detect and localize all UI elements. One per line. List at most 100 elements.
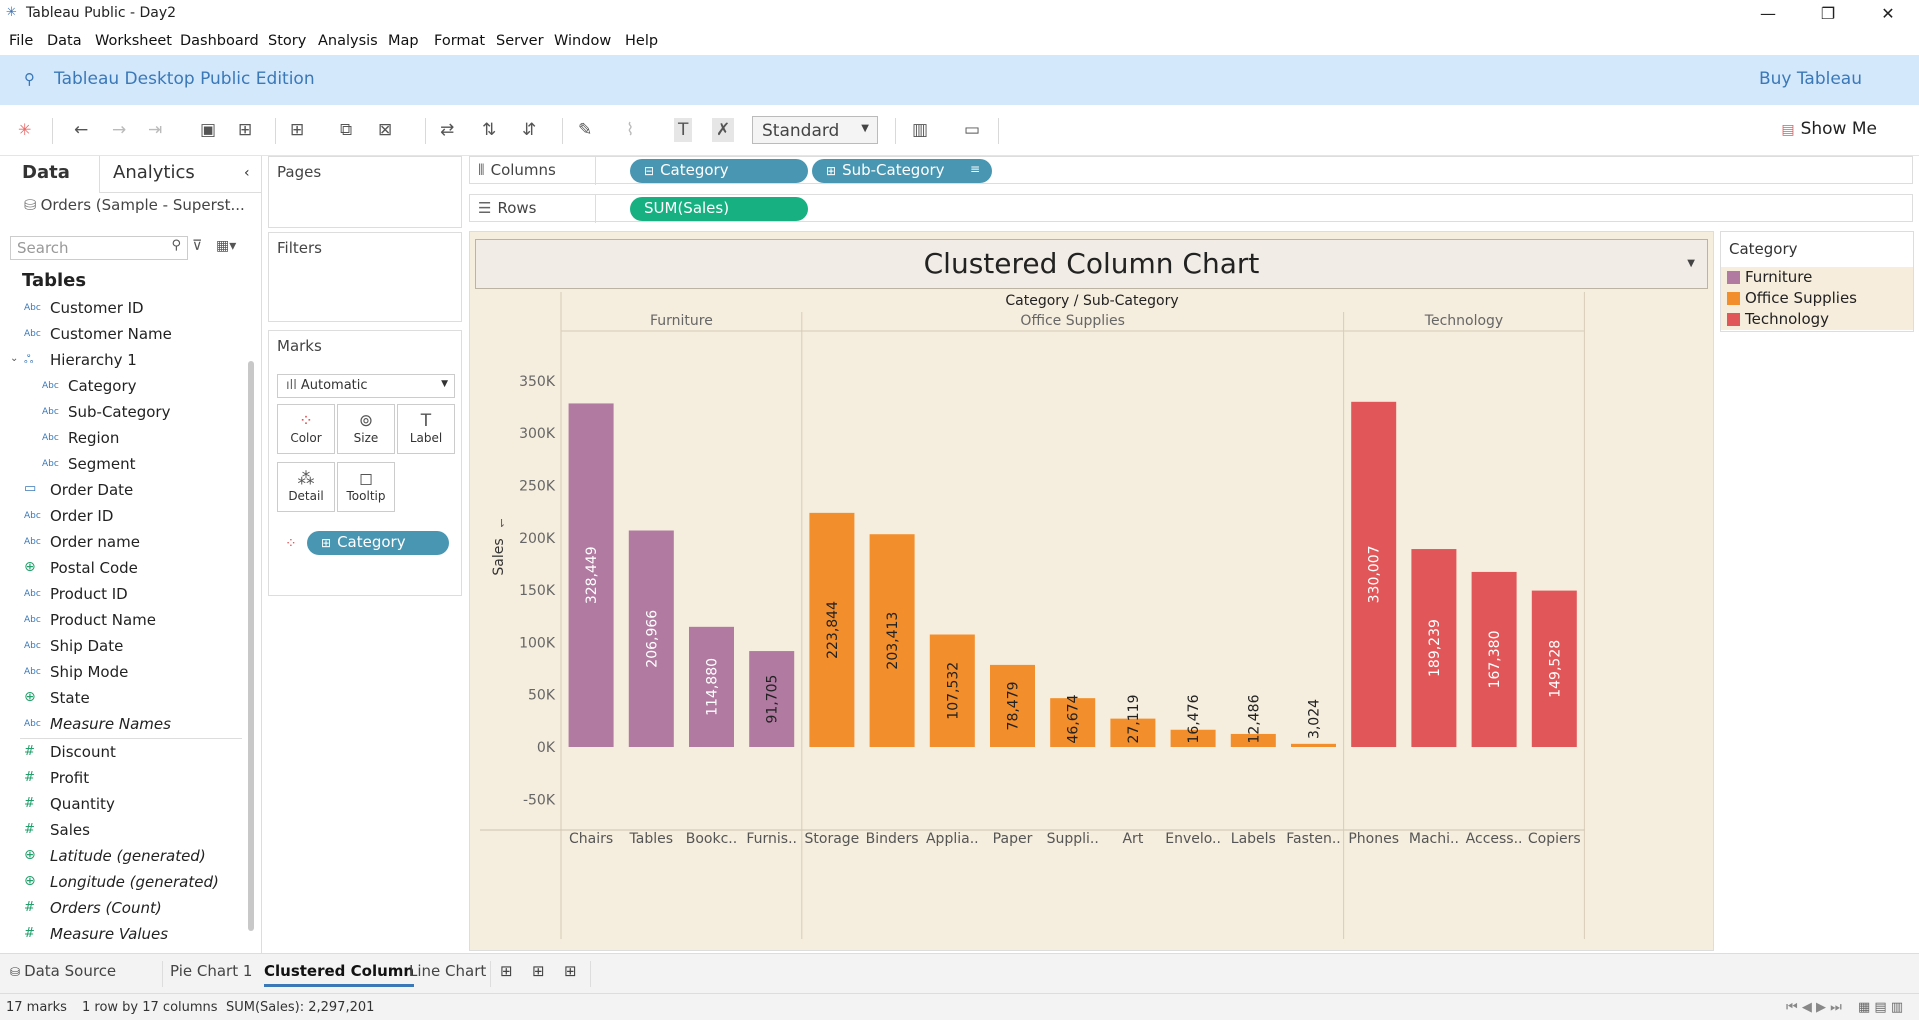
size-button[interactable]: ⊚ Size [337,404,395,454]
field-item[interactable]: Abc Customer Name [0,322,245,348]
search-input[interactable]: Search ⚲ [10,236,188,260]
pin-icon[interactable]: ⚲ [24,70,35,88]
tab-data[interactable]: Data [22,162,70,183]
restore-icon[interactable]: ❐ [1805,0,1851,28]
rows-pill-sum-sales[interactable]: SUM(Sales) [630,197,808,221]
field-item[interactable]: ⊕ Longitude (generated) [0,870,245,896]
field-item[interactable]: Abc Measure Names [0,712,245,738]
new-worksheet-icon[interactable]: ⊞ [290,118,304,142]
filters-card[interactable]: Filters [268,232,462,322]
sheet-navigation-icon[interactable]: ⏮ ◀ ▶ ⏭ [1786,1000,1842,1015]
menu-worksheet[interactable]: Worksheet [95,33,172,49]
tableau-home-icon[interactable]: ✳ [18,118,31,142]
buy-tableau-link[interactable]: Buy Tableau [1759,69,1862,89]
menu-data[interactable]: Data [47,33,82,49]
tab-clustered-column[interactable]: Clustered Column [264,962,415,987]
field-item[interactable]: # Discount [0,740,245,766]
field-item[interactable]: ⊕ Latitude (generated) [0,844,245,870]
tab-line-chart[interactable]: Line Chart [409,962,486,980]
tab-analytics[interactable]: Analytics [113,162,195,183]
field-item[interactable]: ▭ Order Date [0,478,245,504]
show-labels-icon[interactable]: T [674,118,693,142]
field-item[interactable]: Abc Order ID [0,504,245,530]
pages-card[interactable]: Pages [268,156,462,228]
view-options-icon[interactable]: ▦▾ [216,238,236,254]
menu-file[interactable]: File [9,33,33,49]
menu-story[interactable]: Story [268,33,306,49]
field-item[interactable]: ⌄ ஃ Hierarchy 1 [0,348,245,374]
tooltip-button[interactable]: ◻ Tooltip [337,462,395,512]
field-item[interactable]: Abc Order name [0,530,245,556]
field-item[interactable]: # Sales [0,818,245,844]
close-icon[interactable]: ✕ [1865,0,1911,28]
sheet-sorter-icon[interactable]: ▦ ▤ ▥ [1858,1000,1903,1015]
replay-icon[interactable]: ⇥ [148,118,162,142]
swap-rows-columns-icon[interactable]: ⇄ [440,118,454,142]
duplicate-sheet-icon[interactable]: ⧉ [340,118,352,142]
undo-icon[interactable]: ← [74,118,88,142]
field-item[interactable]: # Orders (Count) [0,896,245,922]
attach-icon[interactable]: ⌇ [626,118,634,142]
new-story-icon[interactable]: ⊞ [564,962,577,980]
field-name: Orders (Count) [50,899,162,917]
legend-item-technology[interactable]: Technology [1721,309,1913,330]
legend-item-furniture[interactable]: Furniture [1721,267,1913,288]
data-label: 328,449 [584,546,600,604]
filter-icon[interactable]: ⊽ [192,238,202,254]
show-me-button[interactable]: ▤ Show Me [1781,119,1877,139]
menu-help[interactable]: Help [625,33,658,49]
field-item[interactable]: ⊕ Postal Code [0,556,245,582]
clear-sheet-icon[interactable]: ⊠ [378,118,392,142]
chevron-down-icon[interactable]: ⌄ [10,353,18,364]
menu-analysis[interactable]: Analysis [318,33,378,49]
tab-data-source[interactable]: ⛁ Data Source [10,962,116,980]
fix-axes-icon[interactable]: ✗ [712,118,735,142]
fit-dropdown[interactable]: Standard ▼ [752,116,878,144]
save-icon[interactable]: ▣ [200,118,216,142]
color-button[interactable]: ⁘ Color [277,404,335,454]
presentation-mode-icon[interactable]: ▭ [964,118,980,142]
minimize-icon[interactable]: — [1745,0,1791,28]
cal-type-icon: ▭ [24,481,37,496]
detail-button[interactable]: ⁂ Detail [277,462,335,512]
field-item[interactable]: Abc Ship Date [0,634,245,660]
data-label: 46,674 [1066,694,1082,743]
field-item[interactable]: Abc Product ID [0,582,245,608]
menu-map[interactable]: Map [388,33,419,49]
menu-dashboard[interactable]: Dashboard [180,33,259,49]
new-datasource-icon[interactable]: ⊞ [238,118,252,142]
highlight-icon[interactable]: ✎ [578,118,592,142]
menu-window[interactable]: Window [554,33,611,49]
menu-server[interactable]: Server [496,33,544,49]
field-item[interactable]: ⊕ State [0,686,245,712]
show-cards-icon[interactable]: ▥ [912,118,928,142]
columns-shelf[interactable]: ⦀ Columns ⊟ Category ⊞ Sub-Category ≡ [469,156,1913,185]
new-dashboard-icon[interactable]: ⊞ [532,962,545,980]
field-item[interactable]: Abc Sub-Category [0,400,245,426]
label-button[interactable]: T Label [397,404,455,454]
new-worksheet-icon[interactable]: ⊞ [500,962,513,980]
menu-format[interactable]: Format [434,33,485,49]
columns-pill-category[interactable]: ⊟ Category [630,159,808,183]
tab-pie-chart-1[interactable]: Pie Chart 1 [170,962,252,980]
field-item[interactable]: Abc Segment [0,452,245,478]
columns-pill-subcategory[interactable]: ⊞ Sub-Category ≡ [812,159,992,183]
field-item[interactable]: Abc Customer ID [0,296,245,322]
field-item[interactable]: # Quantity [0,792,245,818]
color-category-pill[interactable]: ⊞ Category [307,531,449,555]
redo-icon[interactable]: → [112,118,126,142]
scrollbar[interactable] [248,361,254,931]
field-item[interactable]: Abc Product Name [0,608,245,634]
legend-item-office-supplies[interactable]: Office Supplies [1721,288,1913,309]
rows-shelf[interactable]: ☰ Rows SUM(Sales) [469,194,1913,223]
sort-descending-icon[interactable]: ⇵ [522,118,536,142]
field-item[interactable]: Abc Ship Mode [0,660,245,686]
field-item[interactable]: # Profit [0,766,245,792]
mark-type-dropdown[interactable]: ıll Automatic ▼ [277,374,455,398]
field-item[interactable]: # Measure Values [0,922,245,948]
collapse-pane-icon[interactable]: ‹ [244,165,250,181]
field-item[interactable]: Abc Category [0,374,245,400]
field-item[interactable]: Abc Region [0,426,245,452]
datasource-item[interactable]: ⛁ Orders (Sample - Superst... [24,196,245,214]
sort-ascending-icon[interactable]: ⇅ [482,118,496,142]
